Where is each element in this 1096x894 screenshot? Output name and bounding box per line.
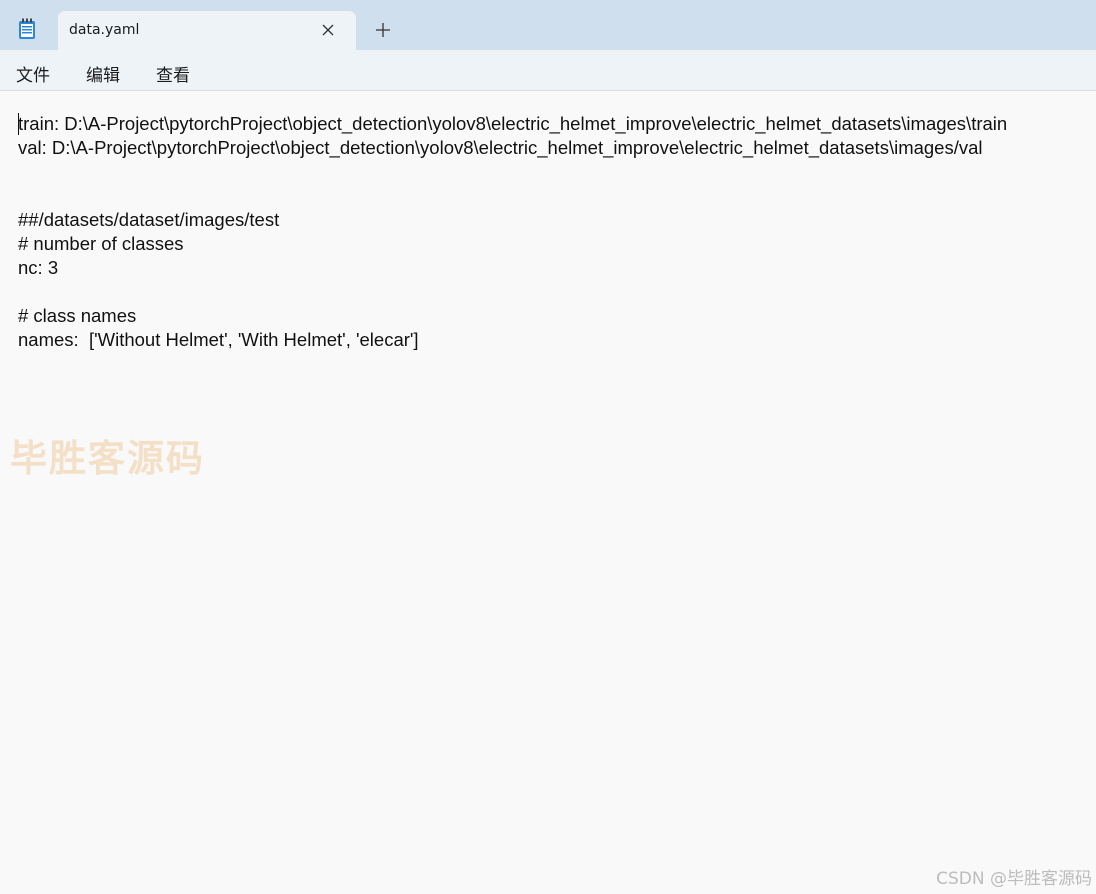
- menu-view[interactable]: 查看: [156, 61, 190, 86]
- editor-line: names: ['Without Helmet', 'With Helmet',…: [18, 329, 419, 350]
- tab-title: data.yaml: [69, 22, 140, 38]
- editor-line: ##/datasets/dataset/images/test: [18, 209, 280, 230]
- menu-bar: 文件 编辑 查看: [0, 50, 1096, 91]
- editor-line: val: D:\A-Project\pytorchProject\object_…: [18, 137, 983, 158]
- text-editor[interactable]: train: D:\A-Project\pytorchProject\objec…: [0, 91, 1096, 894]
- editor-line: nc: 3: [18, 257, 59, 278]
- tab-data-yaml[interactable]: data.yaml: [58, 11, 356, 50]
- watermark-logo: 毕胜客源码: [10, 437, 205, 480]
- plus-icon[interactable]: [374, 21, 392, 39]
- notepad-icon: [19, 18, 35, 39]
- editor-line: # class names: [18, 305, 137, 326]
- title-bar: data.yaml: [0, 0, 1096, 50]
- watermark-credit: CSDN @毕胜客源码: [936, 869, 1092, 889]
- editor-line: train: D:\A-Project\pytorchProject\objec…: [18, 113, 1008, 134]
- close-icon[interactable]: [320, 22, 336, 38]
- editor-line: # number of classes: [18, 233, 184, 254]
- menu-edit[interactable]: 编辑: [86, 61, 120, 86]
- menu-file[interactable]: 文件: [16, 61, 50, 86]
